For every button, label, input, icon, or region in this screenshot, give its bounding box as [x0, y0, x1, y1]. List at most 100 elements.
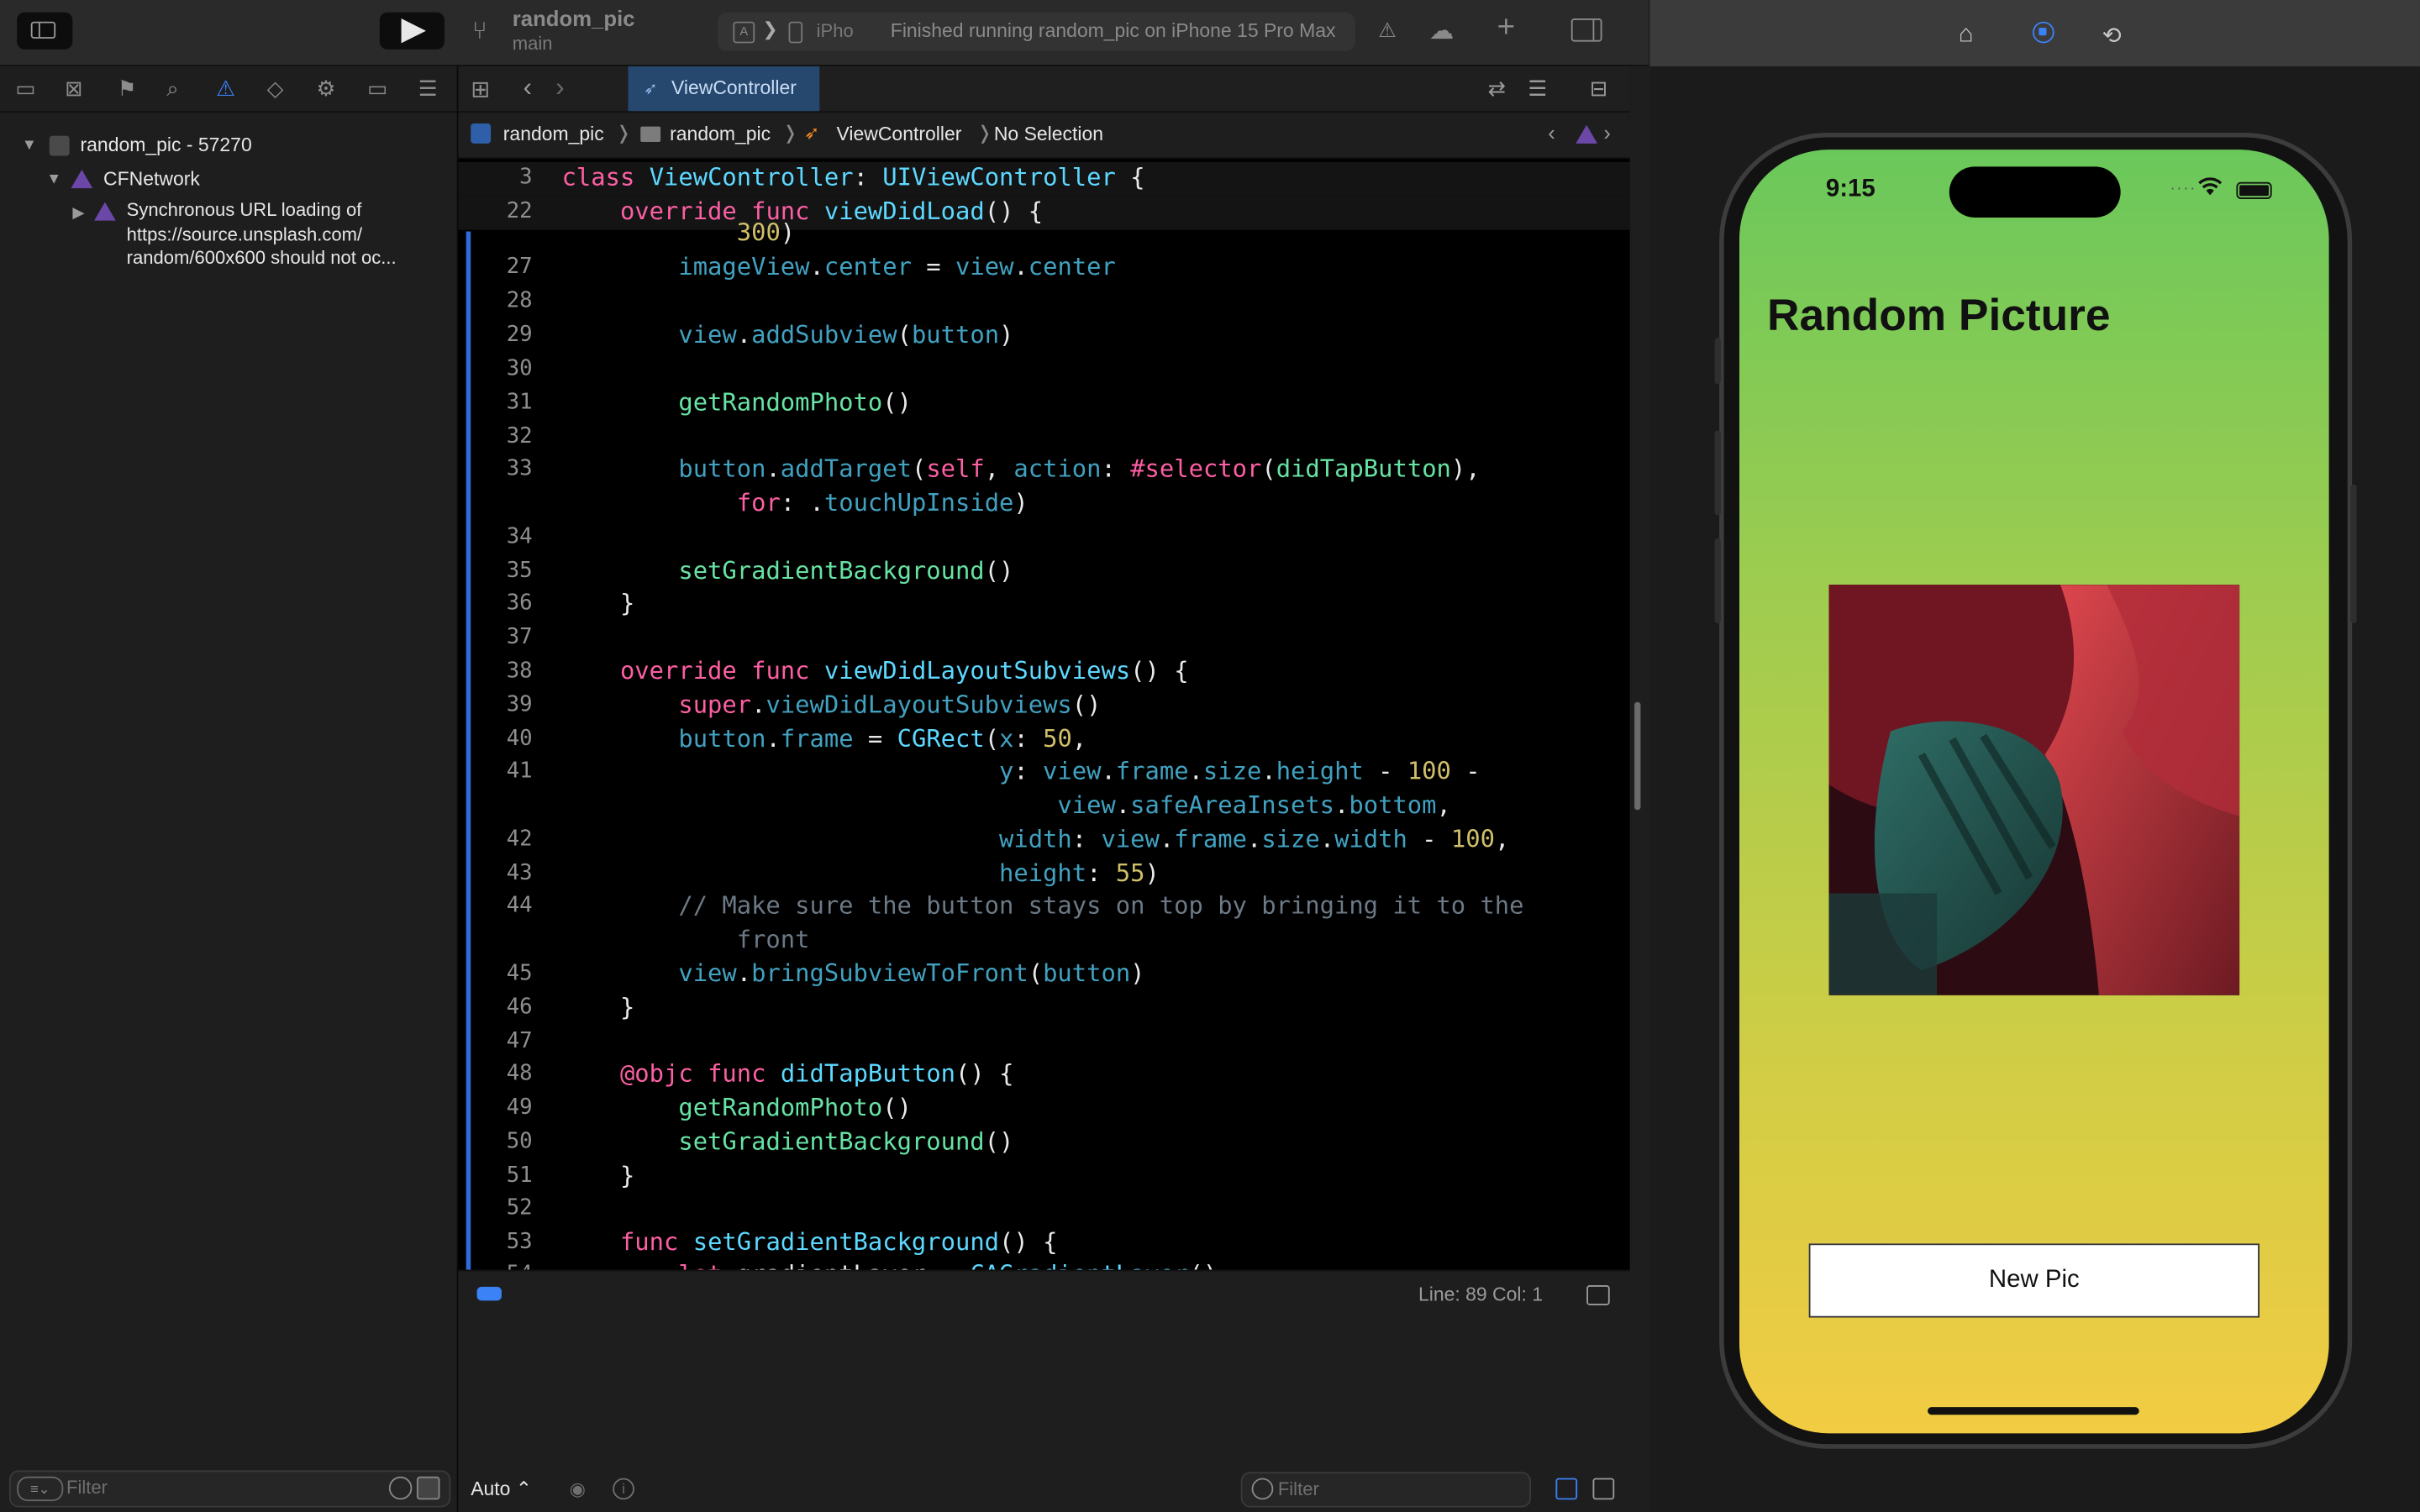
home-indicator[interactable]	[1928, 1407, 2139, 1415]
tab-viewcontroller[interactable]: ➶ ViewController	[628, 66, 820, 112]
code-line[interactable]: 53 func setGradientBackground() {	[459, 1226, 1630, 1259]
breakpoint-icon[interactable]: ▭	[367, 76, 387, 102]
code-text: class ViewController: UIViewController {	[561, 161, 1145, 192]
chevron-down-icon[interactable]: ▼	[46, 171, 61, 188]
swap-icon[interactable]: ⇄	[1488, 76, 1507, 102]
chevron-down-icon[interactable]: ▼	[22, 137, 37, 154]
tree-group-row[interactable]: CFNetwork	[103, 168, 200, 190]
new-pic-button-label: New Pic	[1988, 1266, 2080, 1294]
bookmark-icon[interactable]: ⚑	[118, 76, 137, 102]
code-line[interactable]: 46 }	[459, 992, 1630, 1025]
code-line[interactable]: 38 override func viewDidLayoutSubviews()…	[459, 656, 1630, 689]
add-icon[interactable]: +	[1497, 11, 1515, 46]
code-text: width: view.frame.size.width - 100,	[998, 823, 1510, 853]
code-line[interactable]: 41 y: view.frame.size.height - 100 -	[459, 756, 1630, 789]
code-line[interactable]: 31 getRandomPhoto()	[459, 387, 1630, 420]
breadcrumb-group[interactable]: random_pic	[670, 123, 771, 145]
activity-status[interactable]: A ❯ iPho Finished running random_pic on …	[718, 12, 1355, 51]
code-line[interactable]: 45 view.bringSubviewToFront(button)	[459, 958, 1630, 991]
simulator-toolbar: ⌂ ⟲	[1649, 0, 2420, 66]
code-line[interactable]: 47	[459, 1026, 1630, 1058]
code-editor[interactable]: 3 class ViewController: UIViewController …	[458, 159, 1630, 1270]
chevron-right-icon[interactable]: ▶	[72, 205, 84, 222]
inspector-toggle-icon[interactable]	[1570, 18, 1602, 42]
filter-options-icon[interactable]: ≡⌄	[17, 1476, 64, 1502]
code-line[interactable]: 3 class ViewController: UIViewController …	[458, 161, 1630, 197]
issue-warning-icon[interactable]	[1576, 124, 1598, 144]
tree-project-row[interactable]: random_pic - 57270	[81, 134, 252, 156]
console-filter-placeholder[interactable]: Filter	[1278, 1478, 1319, 1500]
code-line[interactable]: 42 width: view.frame.size.width - 100,	[459, 824, 1630, 857]
rotate-icon[interactable]: ⟲	[2102, 22, 2122, 50]
cloud-icon[interactable]: ☁	[1429, 15, 1454, 46]
code-line[interactable]: 27 imageView.center = view.center	[459, 251, 1630, 284]
new-pic-button[interactable]: New Pic	[1808, 1243, 2260, 1318]
code-line[interactable]: 39 super.viewDidLayoutSubviews()	[459, 690, 1630, 722]
previous-issue-icon[interactable]: ‹	[1548, 120, 1555, 144]
scope-filter-icon[interactable]	[416, 1476, 440, 1500]
code-line[interactable]: 40 button.frame = CGRect(x: 50,	[459, 723, 1630, 756]
code-line[interactable]: 32	[459, 421, 1630, 454]
code-line[interactable]: 48 @objc func didTapButton() {	[459, 1058, 1630, 1091]
run-destination[interactable]: iPho	[817, 20, 854, 42]
screenshot-icon[interactable]	[2032, 21, 2054, 44]
breadcrumb-symbol[interactable]: No Selection	[994, 123, 1103, 145]
run-button[interactable]	[379, 12, 445, 50]
project-name[interactable]: random_pic	[513, 6, 635, 30]
code-line[interactable]: 300)	[459, 218, 1630, 250]
breadcrumb-project[interactable]: random_pic	[503, 123, 604, 145]
issue-navigator-icon[interactable]: ⚠	[216, 76, 235, 102]
warning-icon[interactable]: ⚠	[1378, 18, 1396, 43]
variables-view-toggle-icon[interactable]	[1555, 1478, 1578, 1500]
navigator-filter[interactable]: ≡⌄ Filter	[9, 1470, 451, 1508]
code-line[interactable]: 37	[459, 622, 1630, 654]
code-text: // Make sure the button stays on top by …	[561, 890, 1524, 920]
issue-item[interactable]: Synchronous URL loading of https://sourc…	[127, 199, 435, 270]
code-line[interactable]: 35 setGradientBackground()	[459, 555, 1630, 588]
editor-options-icon[interactable]: ☰	[1528, 76, 1547, 102]
filter-placeholder[interactable]: Filter	[66, 1477, 108, 1499]
code-line[interactable]: 30	[459, 354, 1630, 386]
info-icon[interactable]: i	[613, 1478, 634, 1500]
recent-filter-icon[interactable]	[388, 1476, 413, 1500]
code-line[interactable]: 52	[459, 1193, 1630, 1226]
breakpoint-toggle-icon[interactable]	[476, 1286, 502, 1301]
code-line[interactable]: 33 button.addTarget(self, action: #selec…	[459, 454, 1630, 486]
add-editor-icon[interactable]: ⊟	[1590, 76, 1608, 102]
back-icon[interactable]: ‹	[523, 72, 532, 103]
code-line[interactable]: 44 // Make sure the button stays on top …	[459, 890, 1630, 923]
code-line[interactable]: 28	[459, 286, 1630, 318]
code-line[interactable]: 34	[459, 522, 1630, 554]
next-issue-icon[interactable]: ›	[1603, 120, 1611, 144]
report-icon[interactable]: ☰	[418, 76, 438, 102]
source-control-icon[interactable]: ⊠	[65, 76, 83, 102]
debug-icon[interactable]: ⚙	[317, 76, 336, 102]
related-items-icon[interactable]: ⊞	[471, 76, 490, 103]
editor-scrollbar[interactable]	[1634, 701, 1641, 811]
code-line[interactable]: 36 }	[459, 588, 1630, 621]
code-text: imageView.center = view.center	[678, 251, 1116, 281]
code-line[interactable]: 50 setGradientBackground()	[459, 1126, 1630, 1159]
code-line[interactable]: 51 }	[459, 1160, 1630, 1193]
code-line[interactable]: view.safeAreaInsets.bottom,	[459, 790, 1630, 822]
forward-icon[interactable]: ›	[555, 72, 564, 103]
code-line[interactable]: 43 height: 55)	[459, 858, 1630, 890]
code-line[interactable]: 54 let gradientLayer = CAGradientLayer()	[459, 1259, 1630, 1270]
test-icon[interactable]: ◇	[267, 76, 284, 102]
navigator-toggle-button[interactable]	[17, 12, 73, 50]
breadcrumb-file[interactable]: ViewController	[837, 123, 962, 145]
swift-file-icon: ➶	[643, 80, 658, 99]
console-view-toggle-icon[interactable]	[1592, 1478, 1615, 1500]
eye-icon[interactable]: ◉	[570, 1478, 586, 1500]
search-icon[interactable]: ⌕	[166, 76, 178, 102]
code-text: view.safeAreaInsets.bottom,	[1057, 790, 1451, 820]
code-line[interactable]: front	[459, 924, 1630, 957]
code-line[interactable]: 29 view.addSubview(button)	[459, 319, 1630, 352]
home-icon[interactable]: ⌂	[1959, 22, 1974, 50]
code-line[interactable]: 49 getRandomPhoto()	[459, 1092, 1630, 1125]
folder-icon[interactable]: ▭	[15, 76, 35, 102]
console-filter[interactable]: Filter	[1240, 1472, 1532, 1508]
debug-area-toggle-icon[interactable]	[1586, 1284, 1610, 1305]
variables-view-mode[interactable]: Auto ⌃	[471, 1477, 532, 1500]
code-line[interactable]: for: .touchUpInside)	[459, 487, 1630, 520]
